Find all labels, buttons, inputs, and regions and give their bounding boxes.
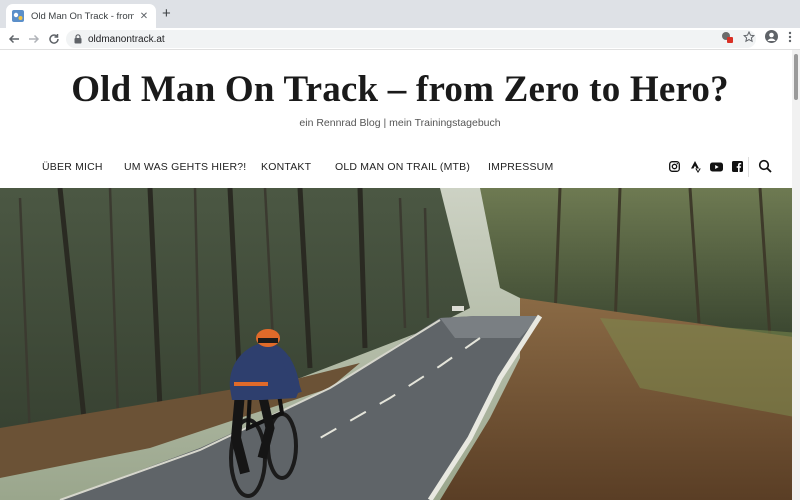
browser-tab-strip: Old Man On Track - from Zero ✕ + (0, 0, 800, 28)
facebook-icon[interactable] (731, 160, 744, 173)
extension-icon[interactable] (721, 31, 733, 43)
new-tab-button[interactable]: + (162, 6, 171, 21)
page-scrollbar-thumb[interactable] (794, 54, 798, 100)
browser-toolbar: oldmanontrack.at (0, 28, 800, 50)
back-button[interactable] (6, 31, 22, 47)
url-text: oldmanontrack.at (88, 33, 165, 45)
nav-divider (748, 157, 749, 177)
social-links (668, 160, 744, 173)
strava-icon[interactable] (689, 160, 702, 173)
instagram-icon[interactable] (668, 160, 681, 173)
hero-image (0, 188, 800, 500)
bookmark-star-icon[interactable] (743, 30, 755, 43)
hero-cyclist-forest-road (0, 188, 800, 500)
address-bar[interactable]: oldmanontrack.at (66, 30, 756, 48)
main-navigation: ÜBER MICH UM WAS GEHTS HIER?! KONTAKT OL… (42, 161, 553, 173)
nav-item-kontakt[interactable]: KONTAKT (261, 161, 335, 173)
reload-button[interactable] (46, 31, 62, 47)
site-title[interactable]: Old Man On Track – from Zero to Hero? (0, 68, 800, 111)
lock-icon (74, 34, 82, 44)
nav-item-impressum[interactable]: IMPRESSUM (488, 161, 553, 173)
site-tagline: ein Rennrad Blog | mein Trainingstagebuc… (299, 117, 501, 129)
page-scrollbar-track[interactable] (792, 50, 800, 500)
toolbar-actions (721, 30, 792, 43)
search-icon[interactable] (758, 159, 772, 173)
profile-avatar-icon[interactable] (765, 30, 778, 43)
reload-icon (49, 34, 59, 44)
nav-item-old-man-on-trail[interactable]: OLD MAN ON TRAIL (MTB) (335, 161, 488, 173)
tab-title: Old Man On Track - from Zero (31, 10, 134, 22)
nav-item-um-was-gehts-hier[interactable]: UM WAS GEHTS HIER?! (124, 161, 261, 173)
site-favicon-icon (12, 10, 24, 22)
back-arrow-icon (8, 34, 19, 44)
forward-arrow-icon (29, 34, 40, 44)
tab-close-icon[interactable]: ✕ (138, 11, 150, 22)
forward-button[interactable] (26, 31, 42, 47)
browser-tab[interactable]: Old Man On Track - from Zero ✕ (6, 4, 156, 28)
nav-item-ueber-mich[interactable]: ÜBER MICH (42, 161, 124, 173)
youtube-icon[interactable] (710, 160, 723, 173)
menu-kebab-icon[interactable] (788, 31, 792, 43)
